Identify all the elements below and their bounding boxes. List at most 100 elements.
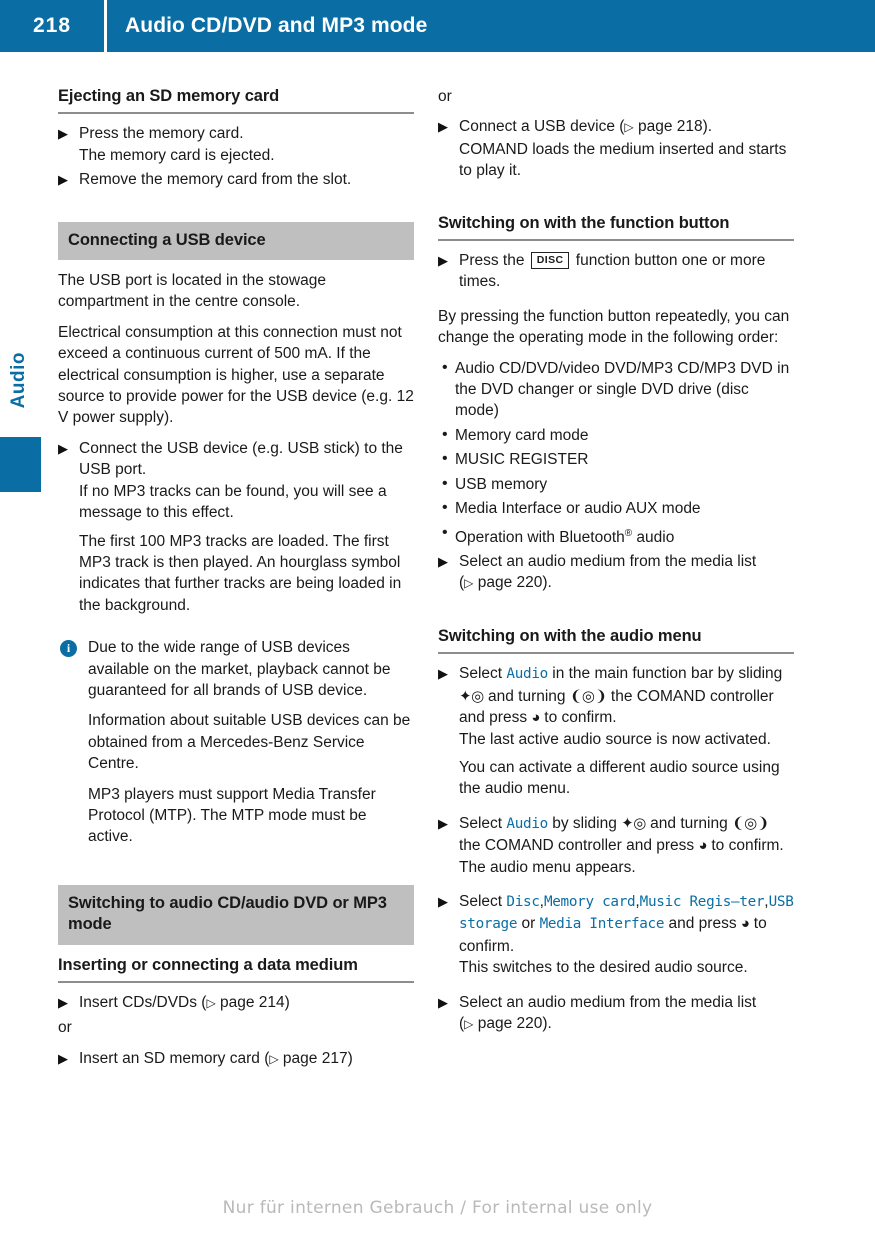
- page-reference: page 217: [282, 1049, 348, 1067]
- step-select-audio-medium-2: ▶ Select an audio medium from the media …: [438, 992, 794, 1036]
- menu-item-audio[interactable]: Audio: [506, 666, 548, 682]
- step-text: Select an audio medium from the media li…: [459, 993, 757, 1032]
- menu-item-media-interface[interactable]: Media Interface: [540, 916, 665, 932]
- heading-switching-on-function-button: Switching on with the function button: [438, 213, 794, 242]
- left-column: Ejecting an SD memory card ▶ Press the m…: [58, 86, 414, 1073]
- step-text: Select Audio by sliding ✦◎ and turning ❨…: [459, 813, 794, 857]
- menu-item-disc[interactable]: Disc: [506, 894, 540, 910]
- bullet-icon: •: [442, 474, 448, 492]
- step-insert-cds-dvds: ▶ Insert CDs/DVDs (▷ page 214): [58, 992, 414, 1014]
- step-result-switches-source: This switches to the desired audio sourc…: [459, 959, 748, 977]
- note-usb-device-range: i Due to the wide range of USB devices a…: [58, 637, 414, 701]
- heading-connecting-usb-device: Connecting a USB device: [58, 221, 414, 261]
- disc-function-button[interactable]: DISC: [530, 252, 570, 270]
- step-result-text: The memory card is ejected.: [79, 146, 275, 164]
- or-connector: or: [58, 1019, 72, 1037]
- bullet-icon: •: [442, 450, 448, 468]
- list-item-label: Operation with Bluetooth® audio: [455, 528, 674, 546]
- step-text: Insert an SD memory card (▷ page 217): [79, 1049, 353, 1067]
- step-label-post: and press: [668, 915, 741, 933]
- list-item-label: Memory card mode: [455, 426, 589, 444]
- step-arrow-icon: ▶: [58, 126, 68, 142]
- info-icon: i: [60, 640, 77, 658]
- step-arrow-icon: ▶: [438, 554, 448, 570]
- controller-slide-icon: ✦◎: [459, 687, 484, 705]
- list-item-label-prefix: Operation with Bluetooth: [455, 528, 625, 546]
- page-ref-arrow-icon: ▷: [269, 1051, 279, 1066]
- step-arrow-icon: ▶: [438, 253, 448, 269]
- bullet-icon: •: [442, 358, 448, 376]
- step-select-audio-source: ▶ Select Disc,​Memory card,​Music Regis—…: [438, 891, 794, 979]
- menu-item-audio[interactable]: Audio: [506, 816, 548, 832]
- list-item-mode-bluetooth: • Operation with Bluetooth® audio: [438, 523, 794, 549]
- step-label-mid2: and turning: [645, 814, 733, 832]
- page-reference: page 214: [220, 994, 285, 1011]
- heading-ejecting-sd-card: Ejecting an SD memory card: [58, 86, 414, 115]
- step-result-last-active: The last active audio source is now acti…: [459, 730, 771, 748]
- controller-turn-icon: ❨◎❩: [569, 687, 607, 705]
- step-remove-memory-card: ▶ Remove the memory card from the slot.: [58, 169, 414, 190]
- step-press-memory-card: ▶ Press the memory card. The memory card…: [58, 123, 414, 166]
- step-note-first-100-tracks: The first 100 MP3 tracks are loaded. The…: [79, 532, 402, 614]
- step-text: Select an audio medium from the media li…: [459, 553, 757, 592]
- footer-watermark: Nur für internen Gebrauch / For internal…: [222, 1198, 653, 1218]
- step-select-audio-menu: ▶ Select Audio by sliding ✦◎ and turning…: [438, 813, 794, 878]
- step-label-mid2: and turning: [483, 687, 570, 705]
- step-arrow-icon: ▶: [58, 1050, 68, 1066]
- page-reference: page 218: [637, 118, 703, 136]
- step-label-mid: in the main function bar by sliding: [547, 665, 783, 683]
- menu-item-memory-card[interactable]: Memory card: [544, 894, 636, 910]
- page-ref-arrow-icon: ▷: [464, 1016, 474, 1031]
- step-arrow-icon: ▶: [58, 995, 68, 1010]
- list-item-label: Audio CD/DVD/video DVD/MP3 CD/MP3 DVD in…: [455, 359, 790, 420]
- step-arrow-icon: ▶: [438, 119, 448, 135]
- list-item-label: MUSIC REGISTER: [455, 451, 589, 469]
- step-arrow-icon: ▶: [438, 994, 448, 1010]
- step-arrow-icon: ▶: [58, 440, 68, 456]
- step-label: Select an audio medium from the media li…: [459, 993, 757, 1011]
- list-item-mode: • USB memory: [438, 474, 794, 495]
- note-text: MP3 players must support Media Transfer …: [88, 785, 376, 846]
- heading-switching-on-audio-menu: Switching on with the audio menu: [438, 626, 794, 655]
- page-reference: page 220: [477, 574, 543, 592]
- step-label-prefix: Select: [459, 814, 507, 832]
- step-label-prefix: Press the: [459, 252, 525, 270]
- controller-press-icon: ◕: [698, 837, 708, 855]
- list-item-mode: • MUSIC REGISTER: [438, 449, 794, 470]
- step-text: Connect a USB device (▷ page 218).: [459, 118, 713, 136]
- paragraph-electrical-consumption: Electrical consumption at this connectio…: [58, 323, 414, 427]
- step-connect-usb-device: ▶ Connect a USB device (▷ page 218). COM…: [438, 116, 794, 181]
- bullet-icon: •: [442, 425, 448, 443]
- heading-switching-to-audio-mode: Switching to audio CD/audio DVD or MP3 m…: [58, 884, 414, 945]
- note-text: Due to the wide range of USB devices ava…: [88, 639, 391, 699]
- bullet-icon: •: [442, 523, 448, 541]
- step-text: Select Disc,​Memory card,​Music Regis—te…: [459, 892, 794, 955]
- controller-slide-icon: ✦◎: [621, 814, 646, 832]
- right-column: or ▶ Connect a USB device (▷ page 218). …: [438, 86, 794, 1038]
- step-label: Insert an SD memory card: [79, 1049, 260, 1067]
- step-text: Press the memory card.: [79, 125, 244, 143]
- menu-item-music-register[interactable]: Music Regis—ter: [640, 894, 765, 910]
- step-select-audio-main-bar: ▶ Select Audio in the main function bar …: [438, 663, 794, 799]
- step-label: Select an audio medium from the media li…: [459, 553, 757, 571]
- step-result-activate-different: You can activate a different audio sourc…: [459, 758, 780, 798]
- page-ref-arrow-icon: ▷: [206, 996, 216, 1010]
- step-label: Connect a USB device: [459, 118, 615, 136]
- step-arrow-icon: ▶: [58, 172, 68, 188]
- paragraph-pressing-repeatedly: By pressing the function button repeated…: [438, 307, 790, 347]
- controller-turn-icon: ❨◎❩: [732, 814, 769, 832]
- step-press-disc-button: ▶ Press the DISC function button one or …: [438, 250, 794, 293]
- step-text: Select Audio in the main function bar by…: [459, 663, 794, 728]
- heading-inserting-data-medium: Inserting or connecting a data medium: [58, 955, 414, 983]
- step-label-prefix: Select: [459, 892, 507, 910]
- paragraph-usb-port-location: The USB port is located in the stowage c…: [58, 272, 326, 311]
- step-label-or: or: [517, 915, 540, 933]
- step-text: Remove the memory card from the slot.: [79, 171, 352, 189]
- list-item-mode: • Memory card mode: [438, 425, 794, 446]
